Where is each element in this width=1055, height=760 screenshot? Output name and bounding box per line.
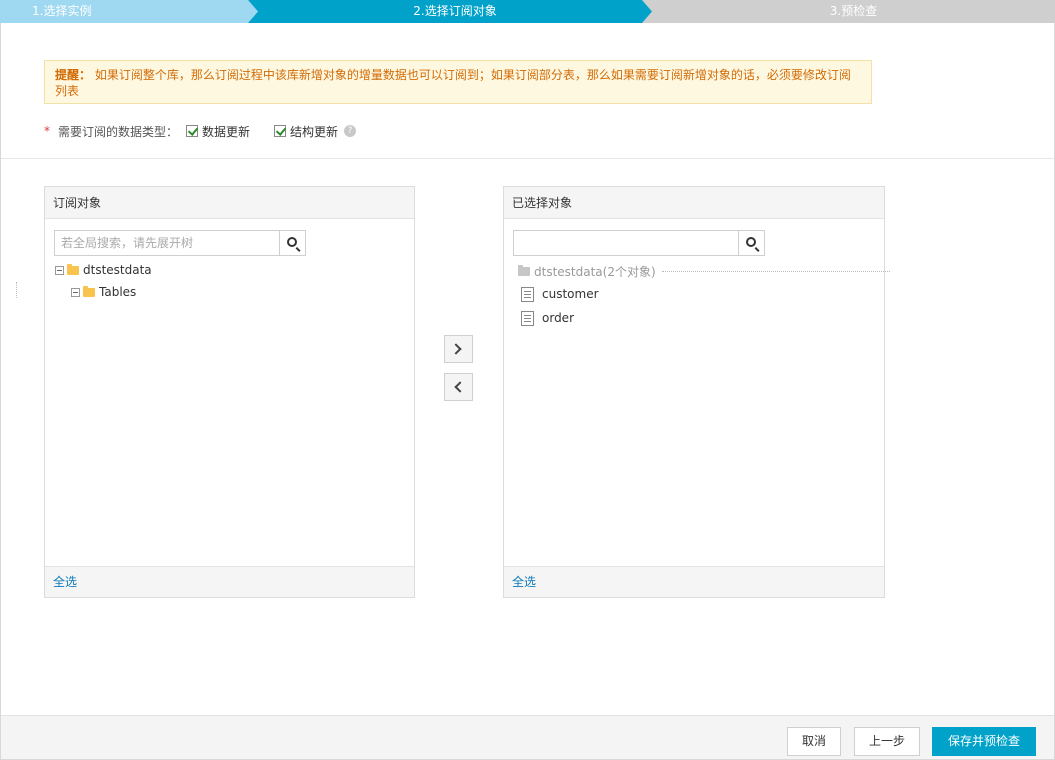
data-type-label: 需要订阅的数据类型：: [58, 124, 179, 139]
cancel-button[interactable]: 取消: [787, 727, 841, 756]
tree-node-label[interactable]: Tables: [99, 285, 136, 299]
save-and-precheck-button[interactable]: 保存并预检查: [932, 727, 1036, 756]
chevron-left-icon: [454, 381, 466, 393]
right-search-input[interactable]: [514, 231, 736, 255]
add-to-selected-button[interactable]: [444, 335, 473, 363]
search-icon: [746, 237, 756, 247]
selected-tree-item[interactable]: order: [521, 309, 574, 327]
tree-node-label[interactable]: order: [542, 311, 574, 325]
folder-icon: [83, 285, 95, 297]
tree-node-label[interactable]: dtstestdata: [83, 263, 152, 277]
question-circle-icon[interactable]: ?: [344, 125, 357, 137]
step-precheck: 3.预检查: [642, 0, 1055, 23]
right-select-all-link[interactable]: 全选: [504, 566, 884, 597]
tree-node-label[interactable]: customer: [542, 287, 599, 301]
right-search-button[interactable]: [738, 231, 764, 255]
selected-objects-panel: 已选择对象 全选: [503, 186, 885, 598]
tree-node-tables[interactable]: Tables: [71, 283, 136, 301]
step-label: 1.选择实例: [32, 4, 92, 18]
panel-title: 已选择对象: [504, 187, 884, 219]
tree-guide-line: [16, 282, 17, 298]
chevron-right-icon: [450, 343, 462, 355]
schema-update-label[interactable]: 结构更新: [290, 123, 338, 140]
tip-prefix: 提醒：: [55, 68, 92, 82]
subscription-objects-panel: 订阅对象 全选: [44, 186, 415, 598]
left-search-box: [54, 230, 306, 256]
step-label: 3.预检查: [829, 4, 878, 18]
data-update-checkbox[interactable]: [186, 125, 199, 137]
step-select-objects: 2.选择订阅对象: [248, 0, 652, 23]
schema-update-checkbox[interactable]: [274, 125, 287, 137]
collapse-icon[interactable]: [55, 265, 64, 275]
left-search-button[interactable]: [279, 231, 305, 255]
right-search-box: [513, 230, 765, 256]
folder-icon: [67, 263, 79, 275]
dialog-footer: 取消 上一步 保存并预检查: [1, 715, 1054, 759]
step-indicator: 1.选择实例 3.预检查 2.选择订阅对象: [0, 0, 1055, 23]
selected-tree-database[interactable]: dtstestdata(2个对象): [518, 262, 890, 280]
table-icon: [521, 310, 534, 326]
search-icon: [287, 237, 297, 247]
left-search-input[interactable]: [55, 231, 277, 255]
selected-tree-item[interactable]: customer: [521, 285, 599, 303]
step-label: 2.选择订阅对象: [413, 4, 497, 18]
step-select-instance: 1.选择实例: [0, 0, 258, 23]
section-divider: [1, 158, 1054, 159]
table-icon: [521, 286, 534, 302]
tree-node-label[interactable]: dtstestdata(2个对象): [534, 263, 656, 280]
tip-banner: 提醒： 如果订阅整个库，那么订阅过程中该库新增对象的增量数据也可以订阅到；如果订…: [44, 60, 872, 104]
collapse-icon[interactable]: [71, 287, 80, 297]
data-type-row: * 需要订阅的数据类型： 数据更新 结构更新 ?: [44, 122, 357, 140]
remove-from-selected-button[interactable]: [444, 373, 473, 401]
tree-dotted-line: [661, 270, 890, 272]
data-update-label[interactable]: 数据更新: [202, 123, 250, 140]
folder-icon: [518, 264, 530, 276]
panel-title: 订阅对象: [45, 187, 414, 219]
tip-text: 如果订阅整个库，那么订阅过程中该库新增对象的增量数据也可以订阅到；如果订阅部分表…: [55, 68, 851, 98]
tree-node-database[interactable]: dtstestdata: [55, 261, 152, 279]
left-select-all-link[interactable]: 全选: [45, 566, 414, 597]
required-mark: *: [44, 124, 50, 138]
previous-step-button[interactable]: 上一步: [854, 727, 920, 756]
